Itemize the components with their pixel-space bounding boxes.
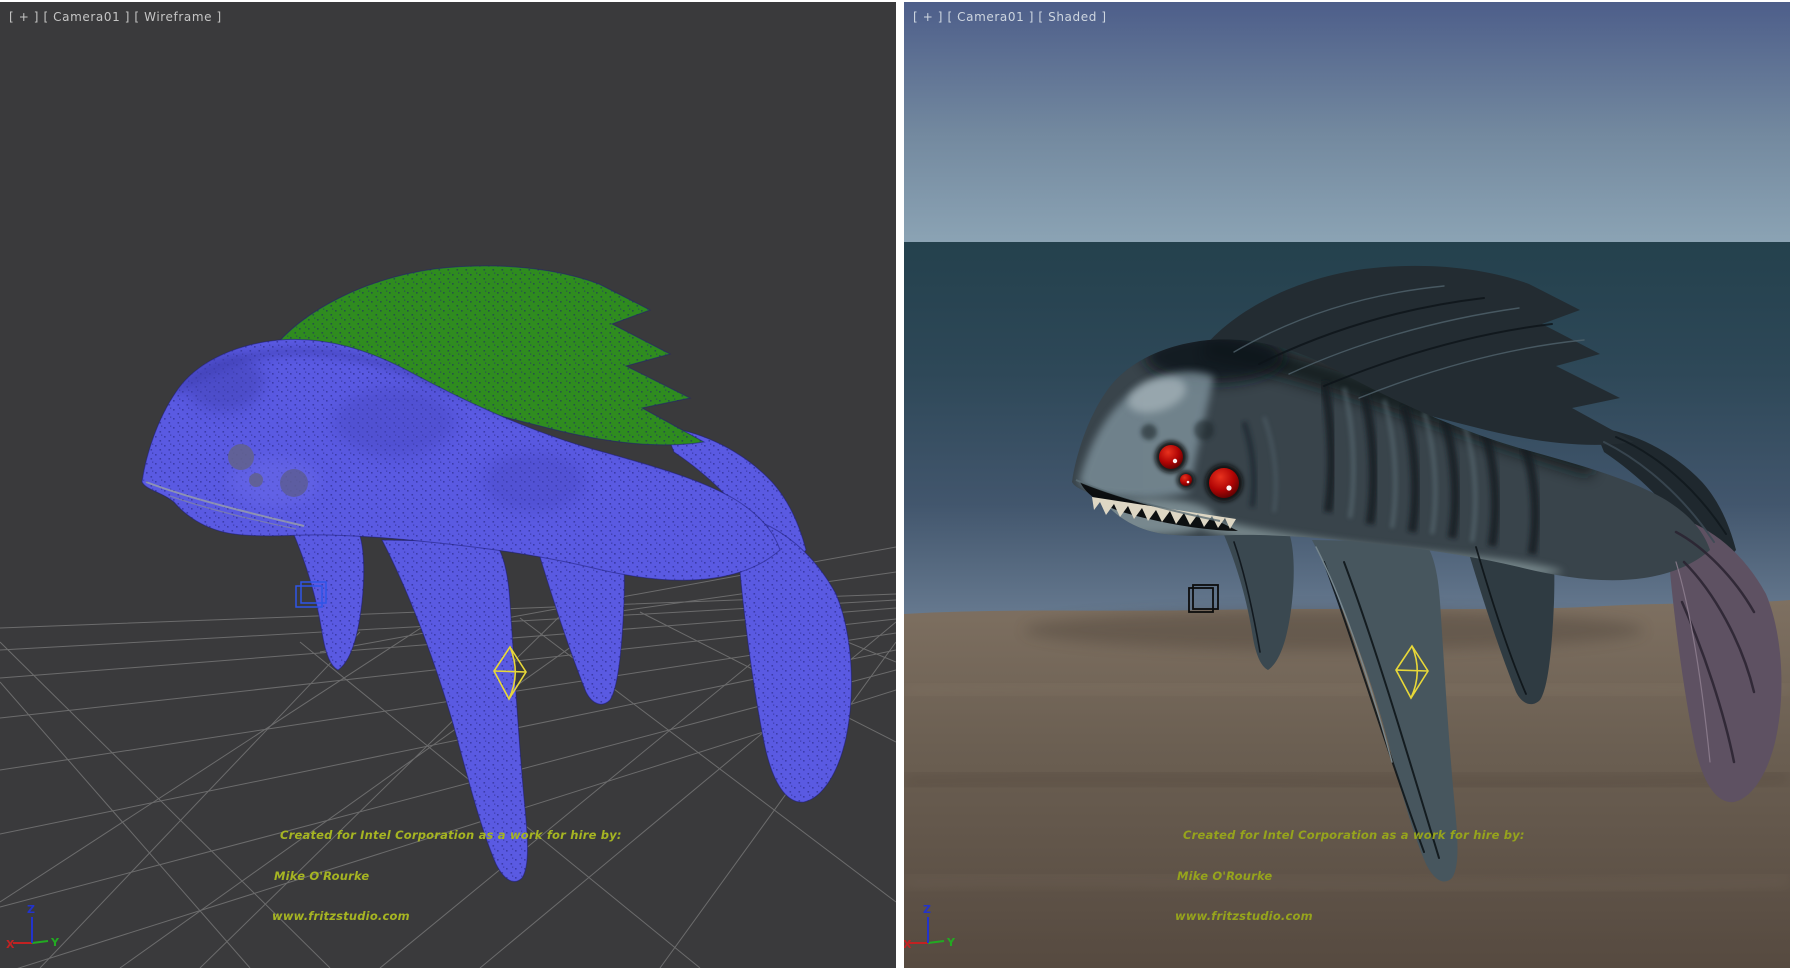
fish-eye-spot — [280, 469, 308, 497]
viewport-label-shaded[interactable]: [ + ] [ Camera01 ] [ Shaded ] — [913, 10, 1107, 24]
viewport-wireframe[interactable]: X Y Z [ + ] [ Camera01 ] [ Wireframe ] C… — [0, 2, 896, 968]
shaded-scene-canvas[interactable]: X Y Z — [904, 2, 1790, 968]
viewport-shaded[interactable]: X Y Z [ + ] [ Camera01 ] [ Shaded ] Crea… — [904, 2, 1790, 968]
fish-eye-spot — [228, 444, 254, 470]
axis-y-label: Y — [50, 936, 60, 949]
fish-eye — [1180, 474, 1192, 486]
axis-x-label: X — [904, 938, 912, 951]
axis-y-label: Y — [946, 936, 956, 949]
axis-z-label: Z — [27, 903, 35, 916]
axis-z-label: Z — [923, 903, 931, 916]
viewport-label-wireframe[interactable]: [ + ] [ Camera01 ] [ Wireframe ] — [9, 10, 222, 24]
sky — [904, 2, 1790, 242]
fish-eye — [1209, 468, 1239, 498]
fish-eye-spot — [249, 473, 263, 487]
fish-eye — [1159, 445, 1183, 469]
wireframe-scene-canvas[interactable]: X Y Z — [0, 2, 896, 968]
axis-x-label: X — [6, 938, 15, 951]
max-viewport-area: X Y Z [ + ] [ Camera01 ] [ Wireframe ] C… — [0, 0, 1800, 978]
